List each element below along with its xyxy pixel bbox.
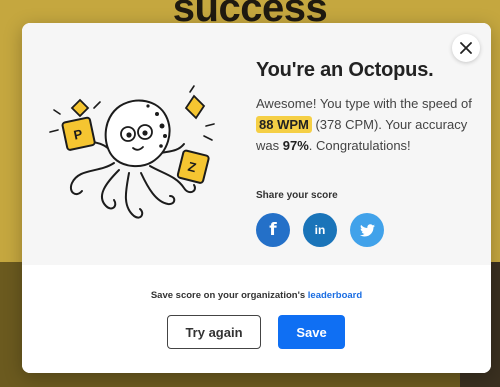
close-icon	[460, 42, 472, 54]
description-text: . Congratulations!	[308, 138, 411, 153]
twitter-bird-icon	[359, 223, 375, 236]
share-linkedin-button[interactable]: in	[303, 213, 337, 247]
linkedin-icon: in	[314, 223, 326, 237]
try-again-button[interactable]: Try again	[167, 315, 261, 349]
share-facebook-button[interactable]: f	[256, 213, 290, 247]
result-description: Awesome! You type with the speed of 88 W…	[256, 93, 476, 156]
save-score-label: Save score on your organization's	[150, 290, 308, 301]
leaderboard-link[interactable]: leaderboard	[308, 290, 362, 301]
save-button[interactable]: Save	[278, 315, 345, 349]
share-label: Share your score	[256, 190, 338, 201]
share-twitter-button[interactable]	[350, 213, 384, 247]
octopus-illustration: P Z	[49, 85, 215, 219]
facebook-icon: f	[269, 220, 277, 240]
result-modal: P Z You're an Octopus. Awesome! You type…	[22, 23, 491, 373]
close-button[interactable]	[452, 34, 480, 62]
description-text: Awesome! You type with the speed of	[256, 96, 472, 111]
save-score-text: Save score on your organization's leader…	[22, 290, 491, 301]
accuracy-value: 97%	[282, 138, 309, 153]
result-title: You're an Octopus.	[256, 59, 434, 81]
wpm-badge: 88 WPM	[256, 116, 312, 133]
